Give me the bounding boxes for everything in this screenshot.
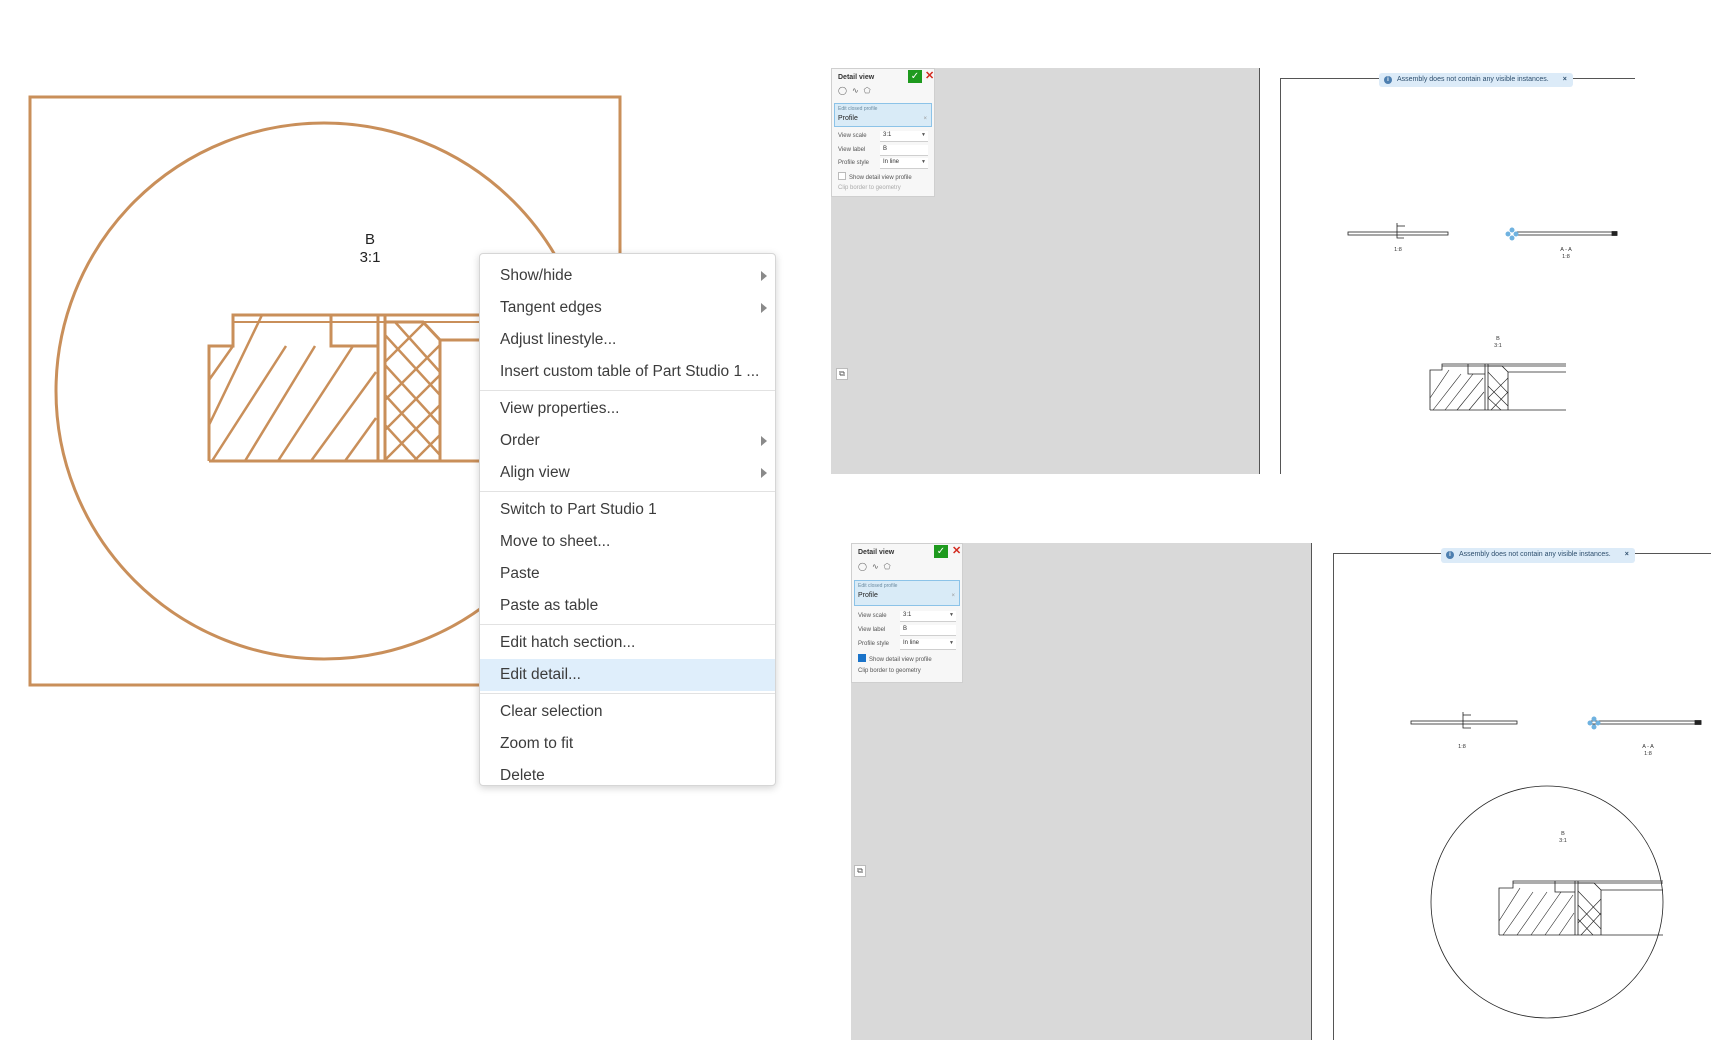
- menu-item[interactable]: Adjust linestyle...: [480, 324, 775, 356]
- menu-divider: [480, 693, 775, 694]
- context-menu: Show/hide Tangent edges Adjust linestyle..…: [479, 253, 776, 786]
- menu-item[interactable]: Align view: [480, 457, 775, 489]
- menu-item[interactable]: Paste: [480, 558, 775, 590]
- detail-view-label: B: [365, 231, 375, 248]
- view2-scale: 1:8: [1562, 254, 1570, 260]
- detail-boundary-circle: [1430, 785, 1664, 1019]
- menu-divider: [480, 491, 775, 492]
- submenu-arrow-icon: [761, 271, 767, 281]
- menu-item-label: Clear selection: [500, 703, 603, 720]
- menu-item[interactable]: Switch to Part Studio 1: [480, 494, 775, 526]
- menu-item[interactable]: Move to sheet...: [480, 526, 775, 558]
- menu-divider: [480, 390, 775, 391]
- detail-label: B: [1496, 336, 1500, 342]
- menu-item-label: Switch to Part Studio 1: [500, 501, 657, 518]
- submenu-arrow-icon: [761, 436, 767, 446]
- view2-label: A - A: [1642, 744, 1654, 750]
- menu-item[interactable]: Tangent edges: [480, 292, 775, 324]
- menu-item[interactable]: Edit detail...: [480, 659, 775, 691]
- menu-item-label: Insert custom table of Part Studio 1 ...: [500, 363, 760, 380]
- detail-label: B: [1561, 831, 1565, 837]
- drawing-views-top[interactable]: [831, 68, 1635, 474]
- menu-item[interactable]: Paste as table: [480, 590, 775, 622]
- menu-item[interactable]: Order: [480, 425, 775, 457]
- menu-item[interactable]: Edit hatch section...: [480, 627, 775, 659]
- detail-scale: 3:1: [1559, 838, 1567, 844]
- screenshot-bottom: Detail view ✓ ✕ ◯∿⬠ Edit closed profile …: [851, 543, 1711, 1040]
- menu-item-label: View properties...: [500, 400, 620, 417]
- view1-scale: 1:8: [1394, 247, 1402, 253]
- menu-item-label: Adjust linestyle...: [500, 331, 617, 348]
- detail-scale: 3:1: [1494, 343, 1502, 349]
- drawing-views-bottom[interactable]: [851, 543, 1711, 1040]
- menu-item-label: Align view: [500, 464, 570, 481]
- submenu-arrow-icon: [761, 303, 767, 313]
- view2-label: A - A: [1560, 247, 1572, 253]
- menu-item-label: Paste: [500, 565, 540, 582]
- menu-item[interactable]: Insert custom table of Part Studio 1 ...: [480, 356, 775, 388]
- menu-item-label: Show/hide: [500, 267, 573, 284]
- menu-item[interactable]: View properties...: [480, 393, 775, 425]
- view2-scale: 1:8: [1644, 751, 1652, 757]
- menu-item[interactable]: Clear selection: [480, 696, 775, 728]
- screenshot-top: Detail view ✓ ✕ ◯∿⬠ Edit closed profile …: [831, 68, 1635, 474]
- menu-item-label: Edit hatch section...: [500, 634, 636, 651]
- submenu-arrow-icon: [761, 468, 767, 478]
- menu-item[interactable]: Show/hide: [480, 260, 775, 292]
- hatch-lines-right: [384, 321, 441, 462]
- menu-item[interactable]: Zoom to fit: [480, 728, 775, 760]
- menu-item-label: Paste as table: [500, 597, 599, 614]
- view1-scale: 1:8: [1458, 744, 1466, 750]
- menu-item-label: Tangent edges: [500, 299, 602, 316]
- menu-item-label: Edit detail...: [500, 666, 581, 683]
- menu-item-label: Delete: [500, 767, 545, 784]
- menu-divider: [480, 624, 775, 625]
- detail-view-scale: 3:1: [360, 249, 381, 266]
- menu-item-label: Order: [500, 432, 540, 449]
- menu-item-label: Move to sheet...: [500, 533, 611, 550]
- menu-item-label: Zoom to fit: [500, 735, 574, 752]
- menu-item[interactable]: Delete: [480, 760, 775, 792]
